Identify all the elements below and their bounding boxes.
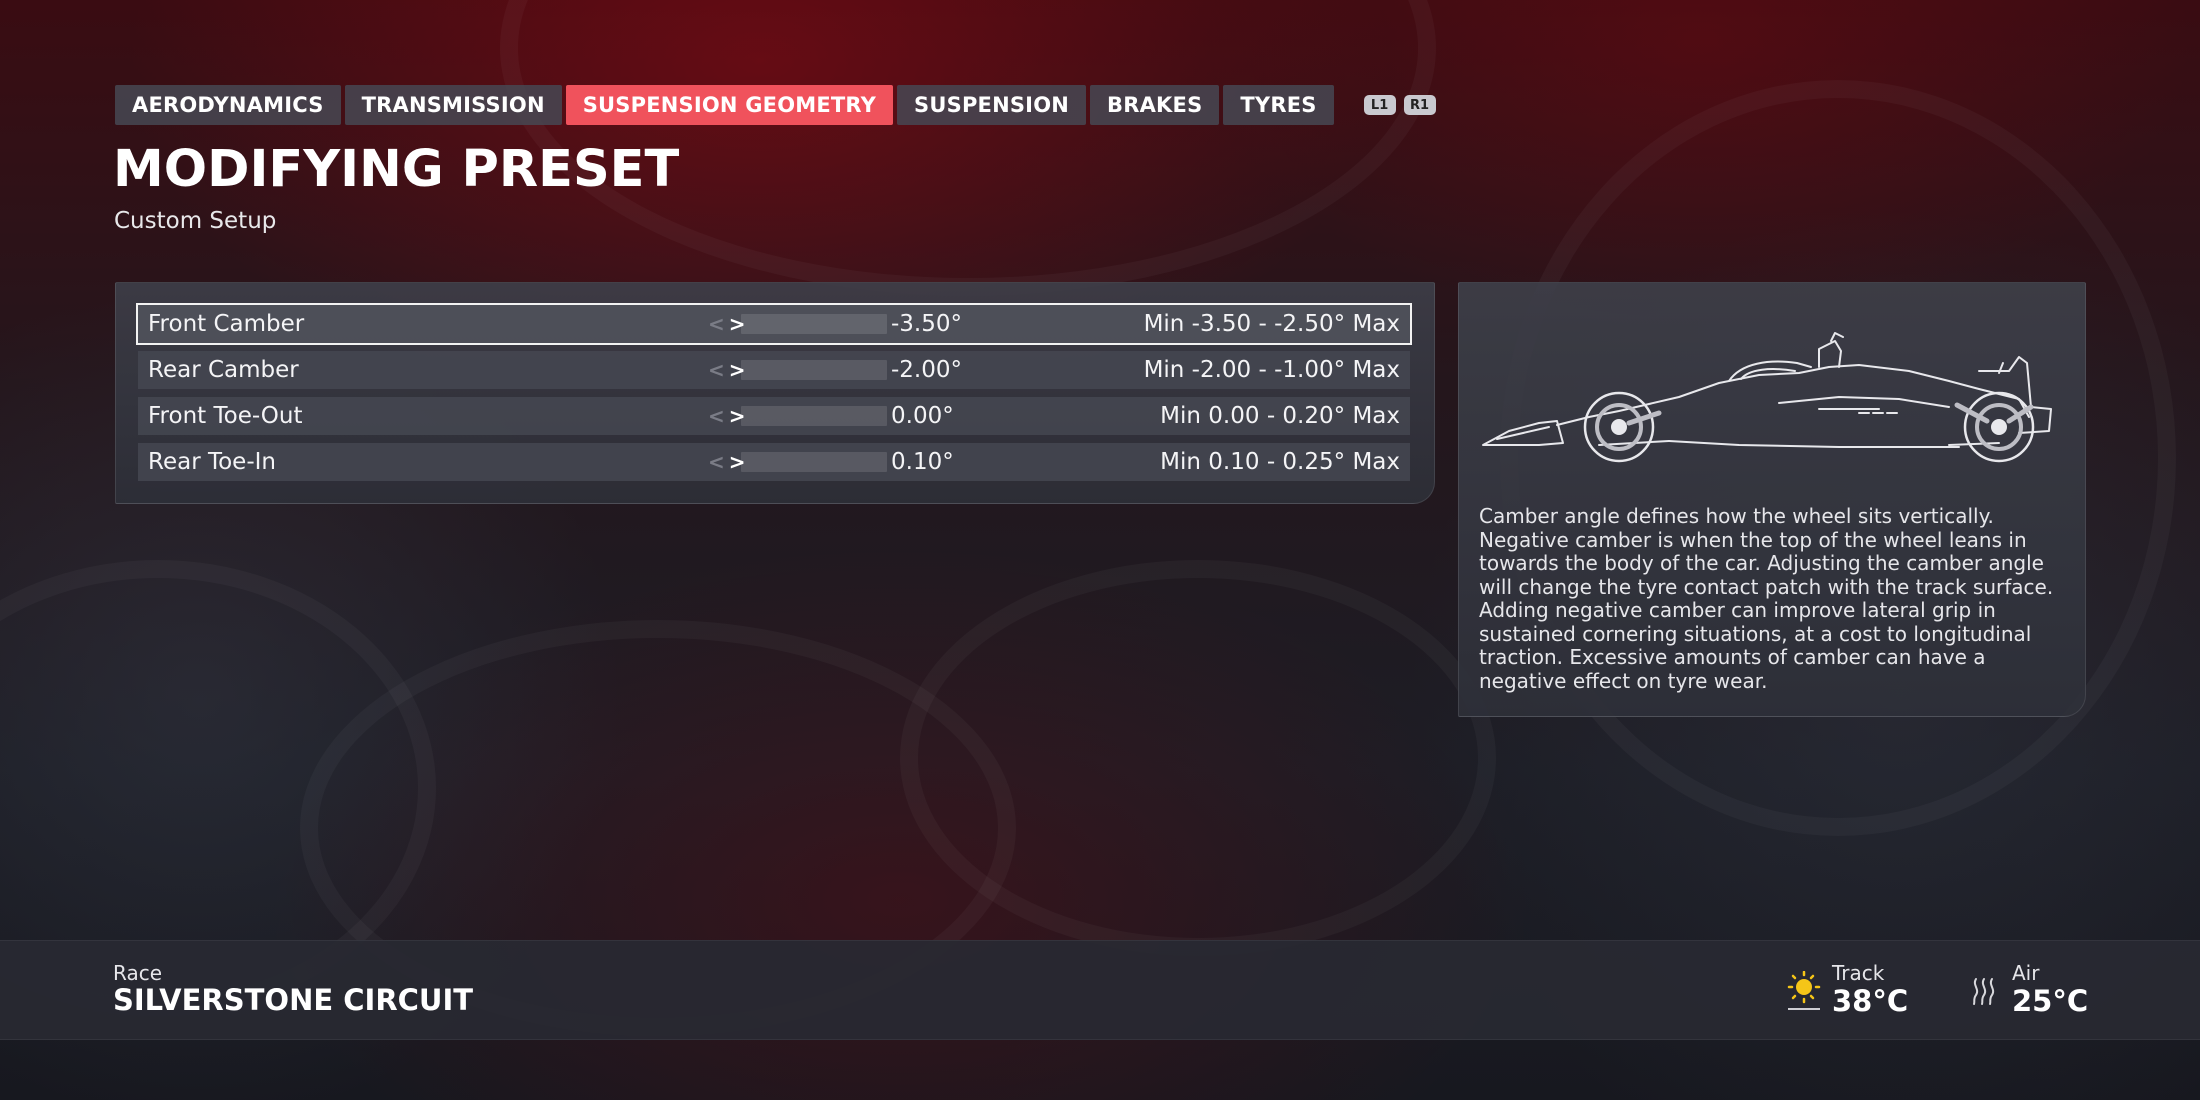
r1-button-hint[interactable]: R1 — [1403, 95, 1436, 115]
track-label: Track — [1832, 961, 1885, 985]
track-value: 38°C — [1832, 984, 1909, 1018]
chevron-left-icon[interactable]: < — [708, 404, 725, 428]
setting-value: 0.00° — [891, 403, 954, 429]
setting-row-rear-toe-in[interactable]: Rear Toe-In < > 0.10° Min 0.10 - 0.25° M… — [138, 443, 1410, 481]
air-value: 25°C — [2012, 984, 2089, 1018]
value-slider[interactable] — [741, 452, 887, 472]
setting-row-front-camber[interactable]: Front Camber < > -3.50° Min -3.50 - -2.5… — [136, 303, 1412, 345]
setting-row-rear-camber[interactable]: Rear Camber < > -2.00° Min -2.00 - -1.00… — [138, 351, 1410, 389]
chevron-left-icon[interactable]: < — [708, 358, 725, 382]
chevron-left-icon[interactable]: < — [708, 450, 725, 474]
value-slider[interactable] — [741, 314, 887, 334]
session-footer: Race SILVERSTONE CIRCUIT Track 38°C Air … — [0, 940, 2200, 1040]
setting-row-front-toe-out[interactable]: Front Toe-Out < > 0.00° Min 0.00 - 0.20°… — [138, 397, 1410, 435]
session-type-label: Race — [113, 961, 163, 985]
sun-icon — [1786, 967, 1822, 1015]
tab-suspension-geometry[interactable]: SUSPENSION GEOMETRY — [565, 85, 894, 125]
setting-value: -2.00° — [891, 357, 963, 383]
shoulder-button-hints: L1 R1 — [1363, 95, 1436, 115]
car-diagram-icon — [1482, 332, 2052, 463]
air-temperature: Air 25°C — [1966, 961, 2088, 1017]
setting-range: Min 0.10 - 0.25° Max — [1160, 449, 1400, 475]
setting-range: Min 0.00 - 0.20° Max — [1160, 403, 1400, 429]
tab-brakes[interactable]: BRAKES — [1090, 85, 1220, 125]
value-arrows: < > — [708, 450, 746, 474]
tab-bar: AERODYNAMICS TRANSMISSION SUSPENSION GEO… — [115, 85, 1436, 125]
setting-label: Front Camber — [148, 311, 305, 337]
value-arrows: < > — [708, 312, 746, 336]
setting-label: Rear Toe-In — [148, 449, 276, 475]
value-slider[interactable] — [741, 406, 887, 426]
settings-panel: Front Camber < > -3.50° Min -3.50 - -2.5… — [115, 282, 1435, 504]
tab-tyres[interactable]: TYRES — [1223, 85, 1334, 125]
chevron-left-icon[interactable]: < — [708, 312, 725, 336]
heat-waves-icon — [1966, 967, 2002, 1015]
value-arrows: < > — [708, 358, 746, 382]
setting-description: Camber angle defines how the wheel sits … — [1479, 504, 2054, 693]
page-subtitle: Custom Setup — [114, 208, 277, 234]
page-title: MODIFYING PRESET — [113, 140, 680, 199]
setting-value: 0.10° — [891, 449, 954, 475]
l1-button-hint[interactable]: L1 — [1363, 95, 1396, 115]
info-panel: Camber angle defines how the wheel sits … — [1458, 282, 2086, 717]
tab-aerodynamics[interactable]: AERODYNAMICS — [115, 85, 341, 125]
tab-suspension[interactable]: SUSPENSION — [897, 85, 1087, 125]
setting-label: Front Toe-Out — [148, 403, 303, 429]
track-temperature: Track 38°C — [1786, 961, 1908, 1017]
value-slider[interactable] — [741, 360, 887, 380]
value-arrows: < > — [708, 404, 746, 428]
air-label: Air — [2012, 961, 2040, 985]
circuit-name: SILVERSTONE CIRCUIT — [113, 983, 474, 1017]
setting-value: -3.50° — [891, 311, 963, 337]
setting-range: Min -3.50 - -2.50° Max — [1143, 311, 1400, 337]
setting-label: Rear Camber — [148, 357, 299, 383]
setting-range: Min -2.00 - -1.00° Max — [1143, 357, 1400, 383]
tab-transmission[interactable]: TRANSMISSION — [344, 85, 562, 125]
